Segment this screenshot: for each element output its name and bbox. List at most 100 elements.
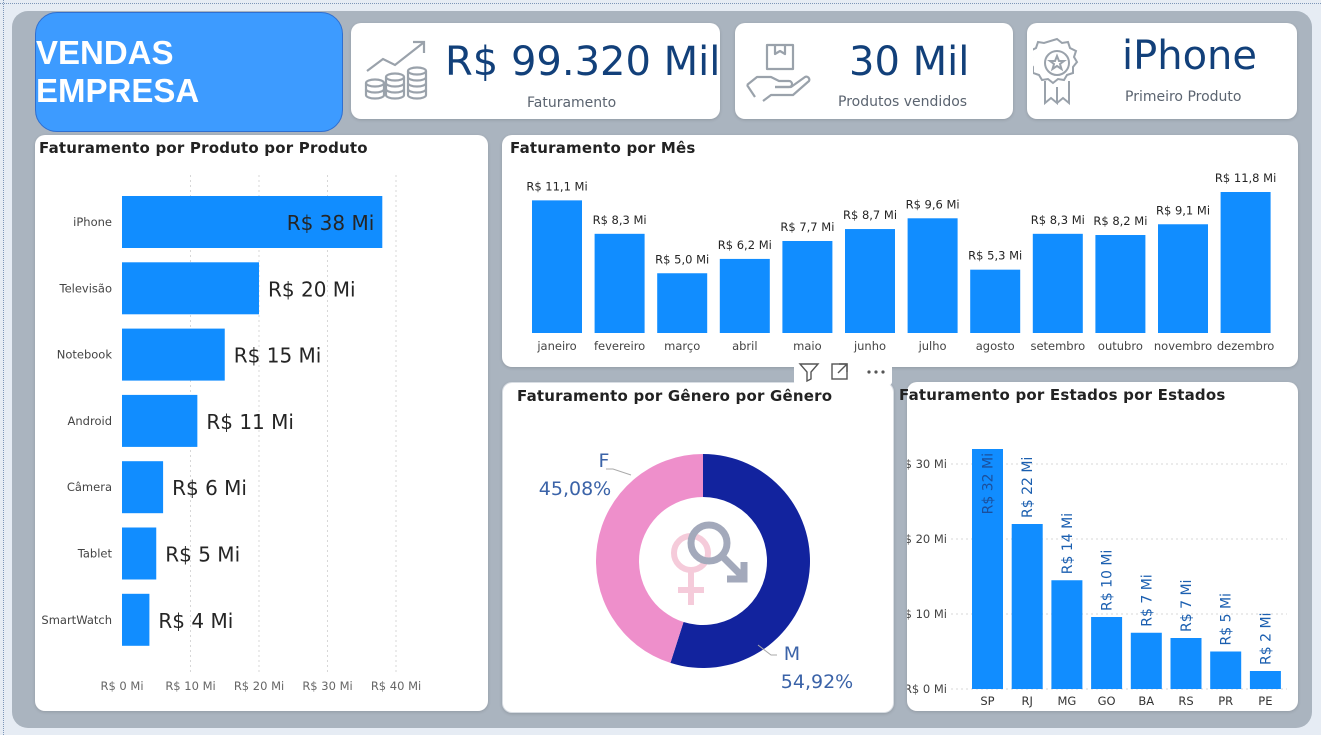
kpi-card-primeiro-produto[interactable]: iPhone Primeiro Produto <box>1027 23 1297 119</box>
bar-PE[interactable] <box>1249 671 1281 689</box>
data-label: R$ 32 Mi <box>981 453 997 514</box>
bar-MG[interactable] <box>1051 580 1083 689</box>
data-label: R$ 6,2 Mi <box>718 238 772 252</box>
canvas-border-top <box>0 3 1321 4</box>
more-options-icon[interactable] <box>867 370 885 374</box>
x-tick-label: MG <box>1057 694 1076 708</box>
filter-icon[interactable] <box>798 363 820 383</box>
data-label: R$ 10 Mi <box>1100 550 1116 611</box>
data-label: R$ 8,3 Mi <box>593 213 647 227</box>
data-label: R$ 22 Mi <box>1020 457 1036 518</box>
bar-julho[interactable] <box>907 218 958 333</box>
data-label: R$ 5,3 Mi <box>968 249 1022 263</box>
bar-janeiro[interactable] <box>532 200 582 333</box>
x-tick-label: SP <box>980 694 994 708</box>
category-label-F: F <box>599 450 610 472</box>
gender-icon <box>671 521 748 605</box>
chart-faturamento-por-produto[interactable]: Faturamento por Produto por Produto R$ 0… <box>35 135 488 711</box>
bar-dezembro[interactable] <box>1220 192 1271 333</box>
kpi-label: Faturamento <box>527 95 617 111</box>
bar-Televisão[interactable] <box>122 262 259 315</box>
kpi-card-faturamento[interactable]: R$ 99.320 Mil Faturamento <box>351 23 720 119</box>
kpi-card-produtos-vendidos[interactable]: 30 Mil Produtos vendidos <box>735 23 1013 119</box>
chart-faturamento-por-genero[interactable]: Faturamento por Gênero por Gênero F 45,08… <box>502 382 894 713</box>
y-tick-label: R$ 20 Mi <box>907 532 947 546</box>
x-tick-label: R$ 20 Mi <box>234 679 284 693</box>
data-label: R$ 8,2 Mi <box>1093 214 1147 228</box>
x-tick-label: PE <box>1258 694 1272 708</box>
bar-junho[interactable] <box>845 229 895 333</box>
bar-outubro[interactable] <box>1095 235 1146 333</box>
hand-box-icon <box>746 43 811 102</box>
data-label: R$ 9,6 Mi <box>906 197 960 211</box>
kpi-value: 30 Mil <box>849 39 970 85</box>
bar-abril[interactable] <box>719 258 770 333</box>
category-label-M: M <box>784 643 800 665</box>
bar-setembro[interactable] <box>1032 233 1083 333</box>
data-label: R$ 14 Mi <box>1060 513 1076 574</box>
x-tick-label: abril <box>732 339 757 353</box>
x-tick-label: agosto <box>976 339 1015 353</box>
focus-mode-icon[interactable] <box>831 363 848 380</box>
y-tick-label: SmartWatch <box>41 613 112 627</box>
x-tick-label: junho <box>853 339 886 353</box>
data-label-F: 45,08% <box>539 478 611 500</box>
y-tick-label: Televisão <box>59 281 113 295</box>
bar-Tablet[interactable] <box>122 527 157 580</box>
data-label: R$ 11 Mi <box>206 410 294 434</box>
x-tick-label: julho <box>918 339 947 353</box>
y-tick-label: Câmera <box>67 480 112 494</box>
x-tick-label: março <box>664 339 700 353</box>
kpi-value: R$ 99.320 Mil <box>445 39 721 85</box>
bar-RS[interactable] <box>1170 638 1202 689</box>
bar-fevereiro[interactable] <box>594 233 645 333</box>
bar-agosto[interactable] <box>970 269 1021 333</box>
y-tick-label: Tablet <box>77 547 113 561</box>
data-label: R$ 11,1 Mi <box>526 179 587 193</box>
bar-chart-mes: R$ 11,1 Mi janeiro R$ 8,3 Mi fevereiro R$ 5,… <box>526 171 1276 353</box>
x-tick-label: outubro <box>1098 339 1143 353</box>
bar-GO[interactable] <box>1091 617 1123 689</box>
data-label: R$ 2 Mi <box>1258 613 1274 665</box>
x-tick-label: BA <box>1138 694 1154 708</box>
x-tick-label: R$ 10 Mi <box>165 679 215 693</box>
chart-faturamento-por-estados[interactable]: Faturamento por Estados por Estados R$ 0… <box>899 382 1298 711</box>
bar-novembro[interactable] <box>1158 224 1208 333</box>
bar-maio[interactable] <box>782 240 833 333</box>
y-tick-label: iPhone <box>73 215 112 229</box>
data-label: R$ 7,7 Mi <box>780 220 834 234</box>
data-label-M: 54,92% <box>781 671 853 693</box>
x-tick-label: RJ <box>1022 694 1033 708</box>
data-label: R$ 7 Mi <box>1179 580 1195 632</box>
data-label: R$ 7 Mi <box>1139 574 1155 626</box>
bar-Câmera[interactable] <box>122 461 164 514</box>
y-tick-label: R$ 0 Mi <box>907 682 947 696</box>
bar-RJ[interactable] <box>1011 524 1043 689</box>
kpi-value: iPhone <box>1122 33 1258 79</box>
x-tick-label: novembro <box>1154 339 1212 353</box>
bar-Android[interactable] <box>122 394 198 447</box>
chart-faturamento-por-mes[interactable]: Faturamento por Mês R$ 11,1 Mi janeiro R$ … <box>502 135 1298 367</box>
donut-chart-genero: F 45,08% M 54,92% <box>539 450 853 693</box>
bar-PR[interactable] <box>1210 651 1242 690</box>
x-tick-label: R$ 0 Mi <box>100 679 143 693</box>
bar-BA[interactable] <box>1130 632 1162 689</box>
x-tick-label: maio <box>793 339 821 353</box>
x-tick-label: RS <box>1178 694 1193 708</box>
bar-março[interactable] <box>657 273 708 333</box>
visual-header-toolbar <box>794 359 892 385</box>
data-label: R$ 15 Mi <box>234 344 322 368</box>
bar-chart-estados: R$ 0 Mi R$ 10 Mi R$ 20 Mi R$ 30 Mi SP R$ 32 M… <box>907 449 1287 708</box>
data-label: R$ 5 Mi <box>1219 593 1235 645</box>
y-tick-label: R$ 30 Mi <box>907 457 947 471</box>
kpi-label: Produtos vendidos <box>838 94 968 110</box>
bar-SmartWatch[interactable] <box>122 593 150 646</box>
x-tick-label: PR <box>1218 694 1233 708</box>
data-label: R$ 8,7 Mi <box>843 208 897 222</box>
money-growth-icon <box>364 40 428 100</box>
bar-Notebook[interactable] <box>122 328 225 381</box>
data-label: R$ 5,0 Mi <box>655 252 709 266</box>
data-label: R$ 4 Mi <box>158 609 233 633</box>
canvas-border-left <box>3 0 4 735</box>
leader-line <box>606 468 632 476</box>
